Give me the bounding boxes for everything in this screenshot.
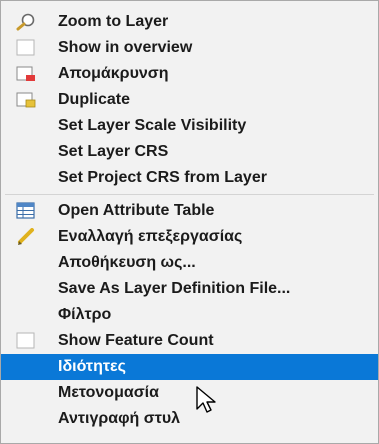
zoom-to-layer-icon <box>15 13 37 31</box>
menu-item-save-as-layer-definition[interactable]: Save As Layer Definition File... <box>1 276 378 302</box>
menu-item-set-project-crs-from-layer[interactable]: Set Project CRS from Layer <box>1 165 378 191</box>
feature-count-checkbox-icon[interactable] <box>15 332 37 350</box>
pencil-icon <box>15 228 37 246</box>
overview-checkbox-icon[interactable] <box>15 39 37 57</box>
menu-item-rename[interactable]: Μετονομασία <box>1 380 378 406</box>
mouse-pointer-icon <box>195 385 219 415</box>
menu-item-label: Ιδιότητες <box>58 358 126 375</box>
menu-item-label: Αντιγραφή στυλ <box>58 410 181 427</box>
menu-separator <box>5 194 374 195</box>
menu-item-label: Show Feature Count <box>58 332 214 349</box>
menu-item-label: Set Layer CRS <box>58 143 169 160</box>
menu-item-filter[interactable]: Φίλτρο <box>1 302 378 328</box>
menu-item-properties[interactable]: Ιδιότητες <box>1 354 378 380</box>
menu-item-label: Save As Layer Definition File... <box>58 280 291 297</box>
menu-item-label: Αποθήκευση ως... <box>58 254 196 271</box>
menu-item-show-in-overview[interactable]: Show in overview <box>1 35 378 61</box>
duplicate-layer-icon <box>15 91 37 109</box>
menu-item-remove[interactable]: Απομάκρυνση <box>1 61 378 87</box>
menu-item-label: Show in overview <box>58 39 193 56</box>
menu-item-label: Zoom to Layer <box>58 13 169 30</box>
menu-item-open-attribute-table[interactable]: Open Attribute Table <box>1 198 378 224</box>
menu-item-save-as[interactable]: Αποθήκευση ως... <box>1 250 378 276</box>
menu-item-label: Μετονομασία <box>58 384 159 401</box>
menu-item-label: Απομάκρυνση <box>58 65 169 82</box>
menu-item-label: Duplicate <box>58 91 131 108</box>
menu-item-toggle-editing[interactable]: Εναλλαγή επεξεργασίας <box>1 224 378 250</box>
layer-context-menu: Zoom to Layer Show in overview Απομάκρυν… <box>0 0 379 444</box>
menu-item-label: Set Layer Scale Visibility <box>58 117 247 134</box>
menu-item-set-layer-scale-visibility[interactable]: Set Layer Scale Visibility <box>1 113 378 139</box>
menu-item-label: Open Attribute Table <box>58 202 215 219</box>
menu-item-label: Φίλτρο <box>58 306 112 323</box>
menu-item-duplicate[interactable]: Duplicate <box>1 87 378 113</box>
menu-item-label: Εναλλαγή επεξεργασίας <box>58 228 243 245</box>
remove-layer-icon <box>15 65 37 83</box>
menu-item-show-feature-count[interactable]: Show Feature Count <box>1 328 378 354</box>
menu-item-set-layer-crs[interactable]: Set Layer CRS <box>1 139 378 165</box>
menu-item-label: Set Project CRS from Layer <box>58 169 267 186</box>
attribute-table-icon <box>15 202 37 220</box>
menu-item-copy-style[interactable]: Αντιγραφή στυλ <box>1 406 378 432</box>
menu-item-zoom-to-layer[interactable]: Zoom to Layer <box>1 9 378 35</box>
